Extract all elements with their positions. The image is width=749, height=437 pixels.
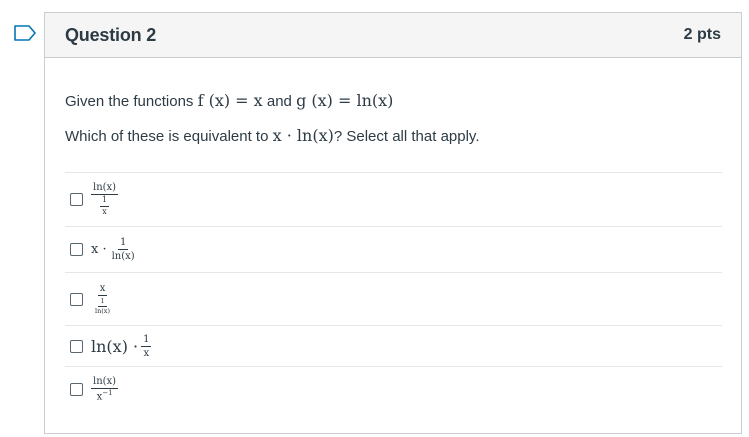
answer-expression: ln(x) · 1 x (91, 333, 152, 359)
function-f: f (x) = x (197, 91, 263, 110)
question-card: Question 2 2 pts Given the functions f (… (44, 12, 742, 434)
question-points: 2 pts (683, 26, 721, 43)
answer-option-1[interactable]: ln(x) 1 x (65, 172, 722, 226)
answer-checkbox[interactable] (70, 339, 83, 353)
answer-checkbox[interactable] (70, 243, 83, 256)
question-given: Given the functions f (x) = x and g (x) … (65, 91, 394, 110)
answer-option-4[interactable]: ln(x) · 1 x (65, 325, 722, 366)
answer-expression: ln(x) x−1 (91, 376, 119, 403)
answer-checkbox[interactable] (70, 292, 83, 306)
answer-option-3[interactable]: x 1 ln(x) (65, 272, 722, 325)
answer-list: ln(x) 1 x x · 1 ln(x) x 1 ln(x) ln(x) · … (65, 172, 722, 412)
question-prompt: Which of these is equivalent to x · ln(x… (65, 126, 480, 145)
answer-expression: x 1 ln(x) (95, 282, 111, 315)
answer-checkbox[interactable] (70, 383, 83, 396)
answer-checkbox[interactable] (70, 193, 83, 206)
flag-icon[interactable] (14, 25, 36, 41)
answer-option-2[interactable]: x · 1 ln(x) (65, 226, 722, 272)
answer-option-5[interactable]: ln(x) x−1 (65, 366, 722, 412)
answer-expression: x · 1 ln(x) (91, 237, 135, 262)
answer-expression: ln(x) 1 x (91, 182, 119, 216)
prompt-expression: x · ln(x) (272, 126, 334, 145)
question-title: Question 2 (65, 24, 157, 45)
question-header: Question 2 2 pts (45, 13, 741, 58)
function-g: g (x) = ln(x) (296, 91, 394, 110)
